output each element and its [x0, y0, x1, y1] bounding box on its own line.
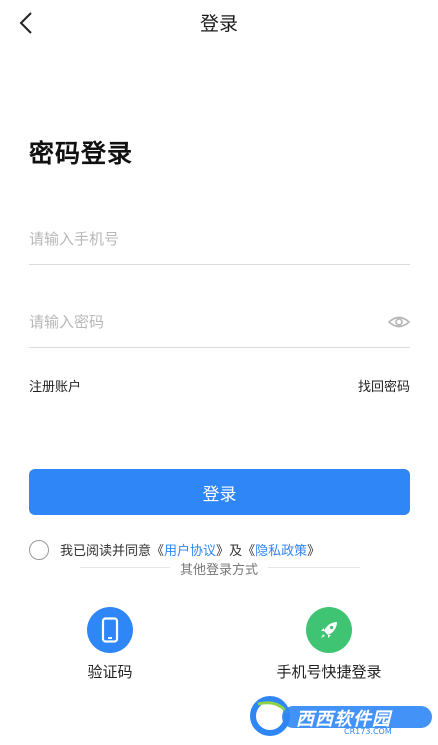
- other-login-label: 其他登录方式: [0, 559, 438, 578]
- sms-circle: [87, 607, 133, 653]
- password-input[interactable]: [29, 307, 369, 337]
- agreement-checkbox[interactable]: [29, 540, 49, 560]
- user-agreement-link[interactable]: 用户协议: [164, 544, 216, 559]
- agreement-text: 我已阅读并同意《用户协议》及《隐私政策》: [60, 540, 320, 559]
- bracket-open-2: 《: [242, 544, 256, 559]
- forgot-password-link[interactable]: 找回密码: [358, 376, 410, 395]
- quick-login-option[interactable]: 手机号快捷登录: [269, 607, 389, 682]
- password-field: [29, 297, 411, 348]
- header: 登录: [0, 0, 438, 46]
- agreement-prefix: 我已阅读并同意: [60, 544, 152, 559]
- login-button[interactable]: 登录: [29, 469, 410, 515]
- phone-input[interactable]: [29, 224, 369, 254]
- register-link[interactable]: 注册账户: [29, 376, 81, 395]
- bracket-close-2: 》: [307, 544, 321, 559]
- password-visibility-toggle[interactable]: [387, 312, 411, 332]
- watermark-sub: CR173.COM: [344, 727, 392, 736]
- phone-field: [29, 214, 410, 265]
- eye-icon: [387, 316, 411, 328]
- bracket-close: 》: [216, 544, 230, 559]
- page-title: 登录: [199, 13, 238, 35]
- login-heading: 密码登录: [29, 139, 134, 168]
- site-watermark: 西西软件园 CR173.COM: [248, 694, 434, 738]
- quick-circle: [306, 607, 352, 653]
- sms-code-label: 验证码: [87, 663, 133, 681]
- sms-code-login-option[interactable]: 验证码: [70, 607, 150, 682]
- other-login-label-text: 其他登录方式: [169, 563, 268, 578]
- privacy-policy-link[interactable]: 隐私政策: [255, 544, 307, 559]
- rocket-icon: [321, 622, 337, 638]
- agreement-conjunction: 及: [229, 544, 243, 559]
- quick-login-label: 手机号快捷登录: [276, 663, 382, 681]
- bracket-open: 《: [151, 544, 165, 559]
- phone-icon: [101, 617, 119, 643]
